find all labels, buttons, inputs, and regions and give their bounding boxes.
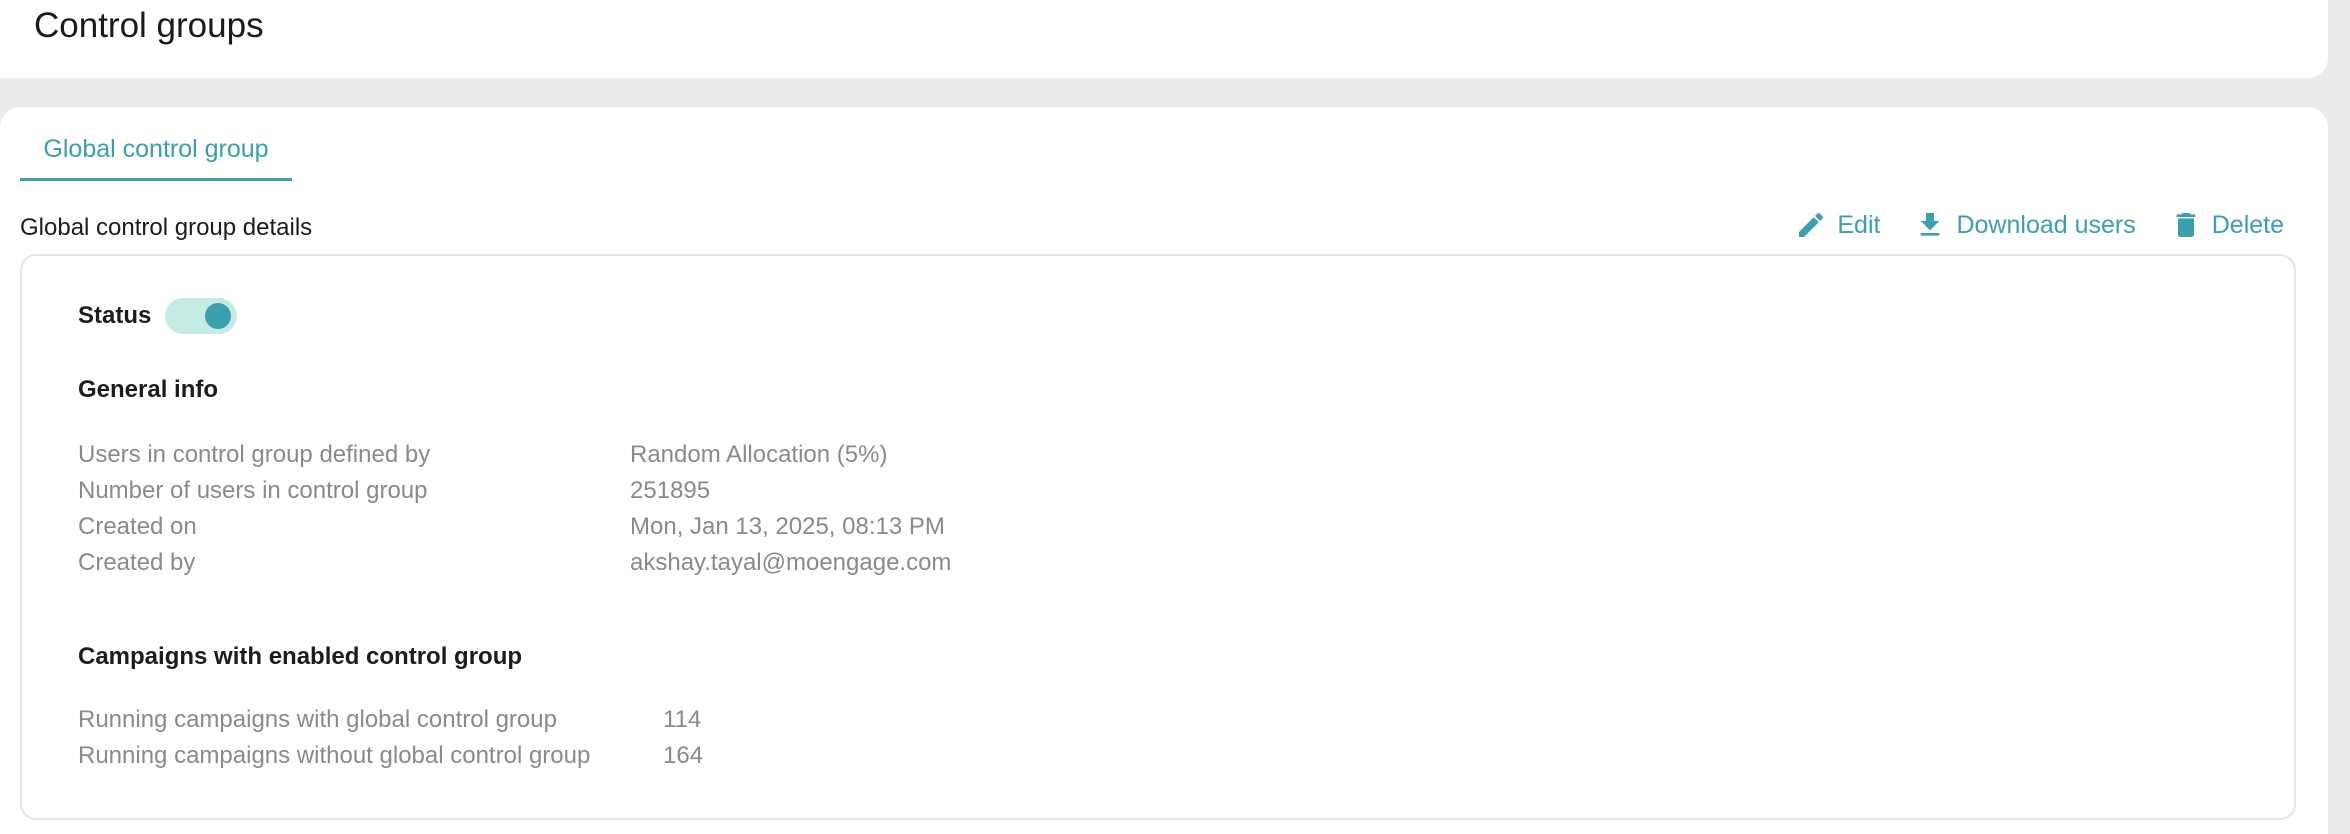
pencil-icon [1795, 209, 1827, 241]
general-info-list: Users in control group defined by Random… [78, 437, 951, 581]
info-value: Random Allocation (5%) [630, 441, 888, 468]
toggle-knob [205, 303, 232, 329]
status-label: Status [78, 302, 152, 329]
info-row: Created by akshay.tayal@moengage.com [78, 545, 951, 581]
section-title: Global control group details [20, 214, 313, 241]
info-value: 251895 [630, 477, 711, 504]
delete-button[interactable]: Delete [2170, 209, 2284, 241]
page-title: Control groups [34, 6, 264, 45]
campaign-row: Running campaigns without global control… [78, 738, 703, 774]
info-row: Users in control group defined by Random… [78, 437, 951, 473]
campaign-label: Running campaigns without global control… [78, 742, 591, 769]
download-icon [1914, 209, 1946, 241]
info-value: akshay.tayal@moengage.com [630, 549, 952, 576]
campaign-count: 114 [663, 706, 702, 733]
edit-label: Edit [1837, 211, 1881, 239]
download-users-button[interactable]: Download users [1914, 209, 2136, 241]
delete-label: Delete [2211, 211, 2284, 239]
general-info-heading: General info [78, 376, 219, 403]
page-header: Control groups [0, 0, 2328, 78]
info-label: Created on [78, 513, 197, 540]
tab-global-control-group[interactable]: Global control group [20, 121, 292, 181]
campaign-row: Running campaigns with global control gr… [78, 702, 703, 738]
edit-button[interactable]: Edit [1795, 209, 1880, 241]
status-row: Status [78, 298, 238, 334]
download-users-label: Download users [1956, 211, 2136, 239]
info-row: Number of users in control group 251895 [78, 473, 951, 509]
info-row: Created on Mon, Jan 13, 2025, 08:13 PM [78, 509, 951, 545]
campaign-count: 164 [663, 742, 704, 769]
info-label: Created by [78, 549, 196, 576]
campaigns-list: Running campaigns with global control gr… [78, 702, 703, 774]
info-value: Mon, Jan 13, 2025, 08:13 PM [630, 513, 945, 540]
campaigns-heading: Campaigns with enabled control group [78, 643, 523, 670]
status-toggle[interactable] [165, 298, 238, 334]
info-label: Users in control group defined by [78, 441, 431, 468]
campaign-label: Running campaigns with global control gr… [78, 706, 557, 733]
trash-icon [2170, 209, 2202, 241]
action-toolbar: Edit Download users Delete [1795, 209, 2284, 241]
info-label: Number of users in control group [78, 477, 428, 504]
